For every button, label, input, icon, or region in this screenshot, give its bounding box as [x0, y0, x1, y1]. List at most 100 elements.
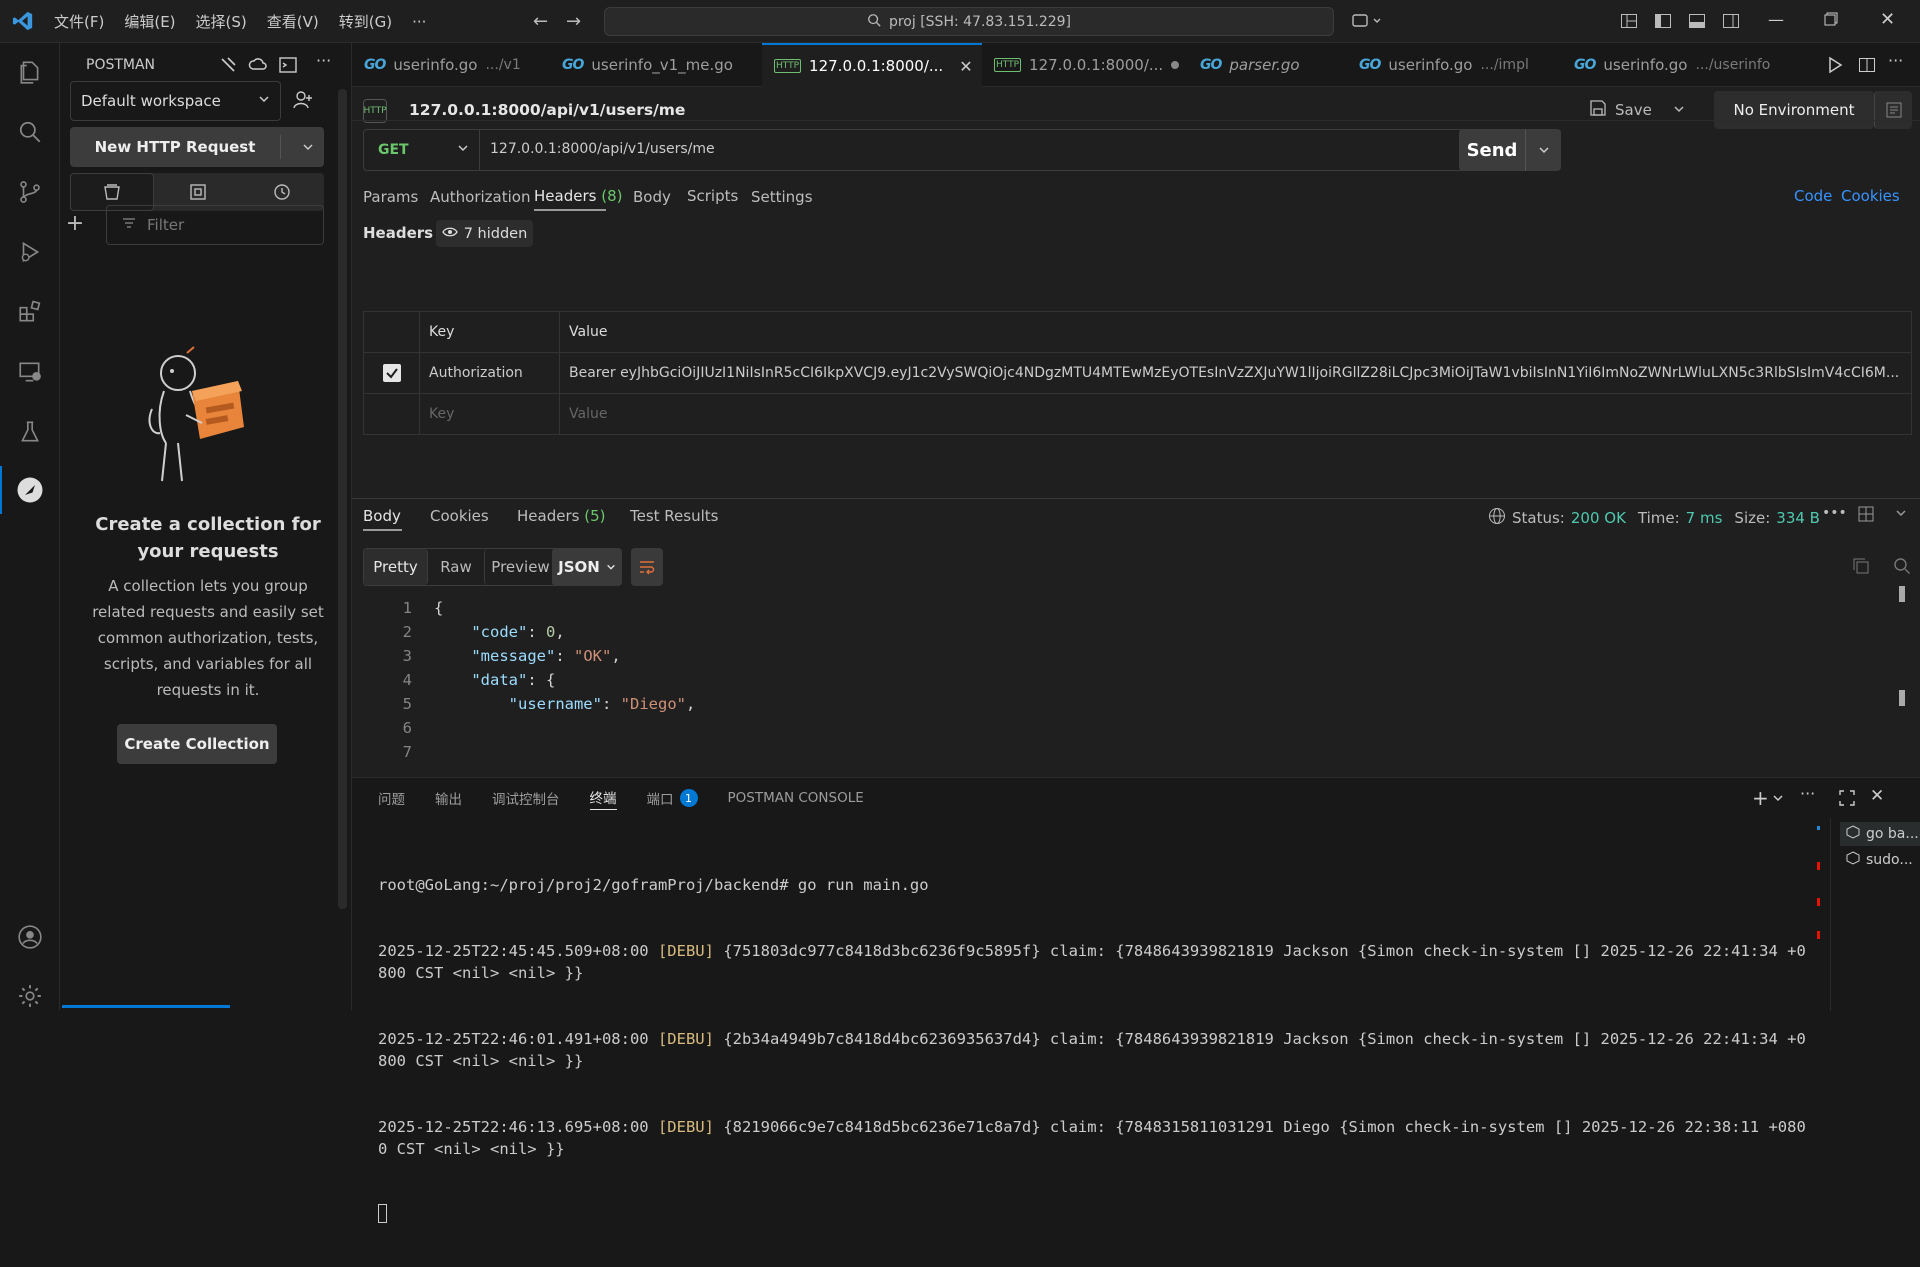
tab-settings[interactable]: Settings	[751, 188, 813, 206]
tab-scripts[interactable]: Scripts	[687, 187, 738, 205]
account-icon[interactable]	[0, 913, 60, 961]
response-tab-headers[interactable]: Headers (5)	[517, 507, 605, 525]
view-raw[interactable]: Raw	[428, 549, 484, 585]
toggle-secondary-sidebar-icon[interactable]	[1722, 12, 1740, 34]
response-tab-tests[interactable]: Test Results	[630, 507, 718, 525]
close-window-icon[interactable]: ✕	[1880, 9, 1895, 30]
close-tab-icon[interactable]: ✕	[959, 57, 972, 76]
tab-http-active[interactable]: HTTP 127.0.0.1:8000/... ✕	[762, 43, 982, 87]
invite-user-icon[interactable]	[292, 89, 314, 115]
testing-icon[interactable]	[0, 408, 60, 456]
remote-explorer-icon[interactable]	[0, 348, 60, 396]
chevron-down-icon[interactable]	[1772, 792, 1784, 808]
tab-userinfo-go-impl[interactable]: GO userinfo.go .../impl	[1347, 43, 1541, 87]
header-value[interactable]: Bearer eyJhbGciOiJIUzI1NiIsInR5cCI6IkpXV…	[559, 352, 1912, 394]
extensions-icon[interactable]	[0, 288, 60, 336]
response-tab-cookies[interactable]: Cookies	[430, 507, 489, 525]
cookies-link[interactable]: Cookies	[1841, 187, 1900, 205]
search-response-icon[interactable]	[1893, 557, 1911, 579]
response-scrollbar[interactable]	[1899, 586, 1905, 602]
tab-userinfo-go-userinfo[interactable]: GO userinfo.go .../userinfo	[1562, 43, 1782, 87]
forward-arrow-icon[interactable]: →	[566, 11, 581, 32]
response-scrollbar-bottom[interactable]	[1899, 690, 1905, 706]
copilot-icon[interactable]	[1352, 12, 1382, 34]
menu-file[interactable]: 文件(F)	[54, 11, 104, 32]
tab-body[interactable]: Body	[633, 188, 671, 206]
source-control-icon[interactable]	[0, 168, 60, 216]
add-icon[interactable]: +	[60, 211, 90, 236]
tab-userinfo-v1-me-go[interactable]: GO userinfo_v1_me.go	[550, 43, 745, 87]
header-key[interactable]: Authorization	[419, 352, 560, 394]
request-title[interactable]: 127.0.0.1:8000/api/v1/users/me	[409, 101, 685, 119]
back-arrow-icon[interactable]: ←	[533, 11, 548, 32]
terminal-view-icon[interactable]	[278, 55, 298, 79]
create-collection-button[interactable]: Create Collection	[117, 724, 277, 764]
response-more-icon[interactable]: •••	[1822, 505, 1847, 521]
tab-authorization[interactable]: Authorization	[430, 188, 530, 206]
sidebar-more-icon[interactable]: ···	[316, 51, 331, 70]
workspace-select[interactable]: Default workspace	[70, 81, 281, 121]
chevron-down-icon[interactable]	[302, 141, 314, 157]
checkbox[interactable]	[363, 352, 420, 394]
tab-parser-go[interactable]: GO parser.go	[1188, 43, 1312, 87]
layout-customize-icon[interactable]	[1620, 12, 1638, 34]
environment-quicklook-icon[interactable]	[1874, 91, 1912, 129]
response-tab-body[interactable]: Body	[363, 507, 401, 525]
toggle-panel-icon[interactable]	[1688, 12, 1706, 34]
menu-view[interactable]: 查看(V)	[267, 11, 319, 32]
new-terminal-icon[interactable]: +	[1752, 786, 1769, 810]
terminal-instance-go[interactable]: go ba...	[1840, 822, 1920, 846]
send-button[interactable]: Send	[1459, 129, 1525, 171]
menu-edit[interactable]: 编辑(E)	[124, 11, 175, 32]
new-http-request-button[interactable]: New HTTP Request	[70, 127, 324, 167]
panel-tab-postman-console[interactable]: POSTMAN CONSOLE	[728, 790, 864, 806]
code-link[interactable]: Code	[1794, 187, 1832, 205]
maximize-panel-icon[interactable]	[1839, 790, 1855, 810]
wrap-lines-icon[interactable]	[631, 548, 663, 586]
postman-api-icon[interactable]	[218, 55, 238, 79]
save-button[interactable]: Save	[1589, 99, 1652, 121]
cloud-sync-icon[interactable]	[248, 55, 268, 79]
chevron-down-icon[interactable]	[1895, 507, 1907, 523]
tab-params[interactable]: Params	[363, 188, 418, 206]
run-debug-icon[interactable]	[0, 228, 60, 276]
more-actions-icon[interactable]: ···	[1888, 51, 1903, 70]
toggle-sidebar-icon[interactable]	[1654, 12, 1672, 34]
search-view-icon[interactable]	[0, 108, 60, 156]
explorer-icon[interactable]	[0, 48, 60, 96]
url-input[interactable]: 127.0.0.1:8000/api/v1/users/me	[490, 141, 715, 157]
chevron-down-icon[interactable]	[1673, 103, 1685, 119]
panel-tab-terminal[interactable]: 终端	[589, 787, 617, 810]
view-preview[interactable]: Preview	[484, 549, 556, 585]
close-panel-icon[interactable]: ✕	[1870, 786, 1884, 806]
method-select[interactable]: GET	[364, 130, 480, 170]
panel-tab-ports[interactable]: 端口 1	[647, 788, 698, 808]
environment-select[interactable]: No Environment	[1714, 91, 1874, 129]
tab-headers[interactable]: Headers (8)	[534, 187, 622, 205]
send-options-chevron-icon[interactable]	[1525, 129, 1561, 171]
key-placeholder[interactable]: Key	[419, 393, 560, 435]
hidden-headers-toggle[interactable]: 7 hidden	[436, 220, 533, 247]
copy-icon[interactable]	[1852, 557, 1870, 579]
settings-gear-icon[interactable]	[0, 972, 60, 1020]
command-center-search[interactable]: proj [SSH: 47.83.151.229]	[604, 7, 1334, 36]
panel-more-icon[interactable]: ···	[1800, 784, 1815, 803]
terminal-instance-sudo[interactable]: sudo...	[1840, 848, 1920, 872]
format-select[interactable]: JSON	[552, 548, 622, 586]
postman-icon[interactable]	[0, 466, 60, 514]
response-body-json[interactable]: { "code": 0, "message": "OK", "data": { …	[434, 596, 1884, 713]
run-icon[interactable]	[1826, 56, 1844, 78]
panel-tab-output[interactable]: 输出	[435, 788, 462, 808]
terminal-output[interactable]: root@GoLang:~/proj/proj2/goframProj/back…	[378, 830, 1810, 1267]
split-editor-icon[interactable]	[1858, 56, 1876, 78]
menu-go[interactable]: 转到(G)	[339, 11, 392, 32]
tab-userinfo-go[interactable]: GO userinfo.go .../v1	[352, 43, 533, 87]
filter-input[interactable]: Filter	[106, 205, 324, 245]
menu-selection[interactable]: 选择(S)	[196, 11, 247, 32]
tab-http[interactable]: HTTP 127.0.0.1:8000/...	[982, 43, 1191, 87]
view-pretty[interactable]: Pretty	[364, 549, 428, 585]
panel-tab-problems[interactable]: 问题	[378, 788, 405, 808]
panel-tab-debug-console[interactable]: 调试控制台	[492, 788, 560, 808]
minimize-icon[interactable]: —	[1768, 10, 1784, 29]
sidebar-scrollbar[interactable]	[338, 89, 347, 909]
